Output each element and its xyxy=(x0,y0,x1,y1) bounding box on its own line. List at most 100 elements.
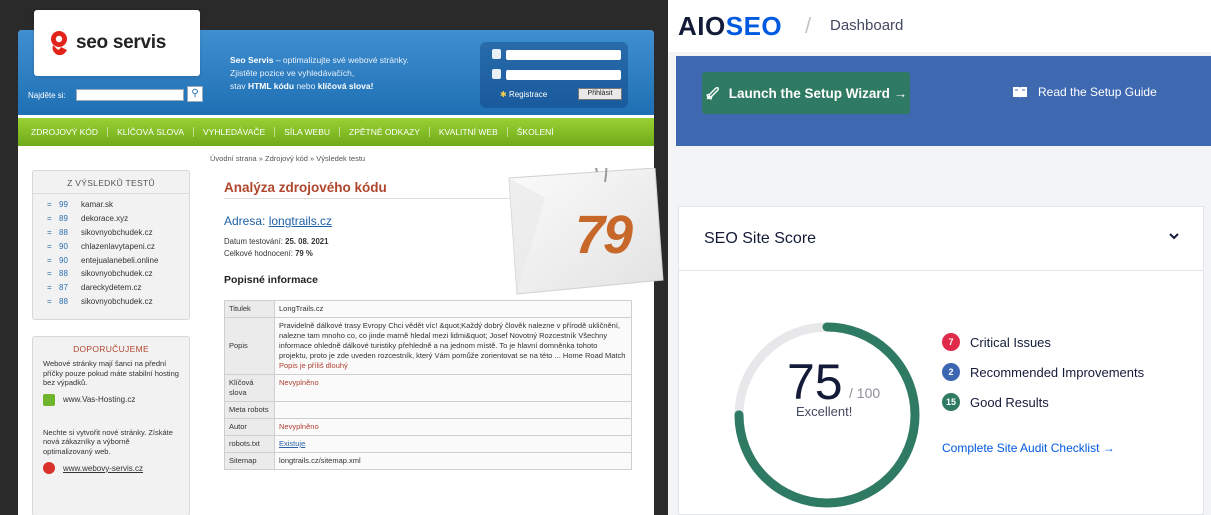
table-row: Popis Pravidelně dálkové trasy Evropy Ch… xyxy=(224,317,632,375)
result-domain: sikovnyobchudek.cz xyxy=(81,296,153,306)
recommended-improvements-item[interactable]: 2 Recommended Improvements xyxy=(942,363,1144,381)
description-warning: Popis je příliš dlouhý xyxy=(279,361,348,370)
robots-txt-link[interactable]: Existuje xyxy=(279,439,305,448)
recommend-box: DOPORUČUJEME Webové stránky mají šanci n… xyxy=(32,336,190,515)
login-box: ✱ Registrace Přihlásit xyxy=(480,42,628,108)
address-label: Adresa: xyxy=(224,214,269,228)
list-item[interactable]: = 88 sikovnyobchudek.cz xyxy=(33,267,189,281)
equals-icon: = xyxy=(47,269,52,279)
row-key-sitemap: Sitemap xyxy=(224,452,275,470)
register-label: Registrace xyxy=(508,90,548,99)
logo-seo: SEO xyxy=(725,11,783,41)
aioseo-logo[interactable]: AIOSEO xyxy=(678,11,782,42)
row-key-keywords: Klíčová slova xyxy=(224,374,275,402)
equals-icon: = xyxy=(47,241,52,251)
nav-item-keywords[interactable]: KLÍČOVÁ SLOVA xyxy=(108,127,194,137)
search-icon: ⚲ xyxy=(191,88,199,99)
tagline-line-1: – optimalizujte své webové stránky. xyxy=(273,55,409,65)
row-value-sitemap: longtrails.cz/sitemap.xml xyxy=(274,452,632,470)
row-value-author: Nevyplněno xyxy=(274,418,632,436)
nav-item-web-strength[interactable]: SÍLA WEBU xyxy=(275,127,341,137)
row-value-robots-txt: Existuje xyxy=(274,435,632,453)
rocket-icon xyxy=(706,87,719,100)
overall-rating: Celkové hodnocení: 79 % xyxy=(224,249,313,258)
nav-item-quality-web[interactable]: KVALITNÍ WEB xyxy=(430,127,508,137)
results-title: Z VÝSLEDKŮ TESTŮ xyxy=(33,171,189,194)
row-key-robots-txt: robots.txt xyxy=(224,435,275,453)
card-header[interactable]: SEO Site Score xyxy=(679,207,1203,271)
table-row: robots.txt Existuje xyxy=(224,435,632,453)
list-item[interactable]: = 90 entejualanebeli.online xyxy=(33,253,189,267)
search-label: Najděte si: xyxy=(28,91,66,100)
read-setup-guide-label: Read the Setup Guide xyxy=(1038,85,1157,99)
recommend-link-2[interactable]: www.webovy-servis.cz xyxy=(33,456,189,474)
tested-address: Adresa: longtrails.cz xyxy=(224,214,332,228)
overall-rating-value: 79 % xyxy=(295,249,313,258)
result-score: 88 xyxy=(59,269,68,279)
nav-item-search-engines[interactable]: VYHLEDÁVAČE xyxy=(194,127,276,137)
page-title: Dashboard xyxy=(830,17,904,34)
aioseo-screenshot: AIOSEO / Dashboard Launch the Setup Wiza… xyxy=(668,0,1211,515)
description-text: Pravidelně dálkové trasy Evropy Chci věd… xyxy=(279,321,626,360)
star-icon: ✱ xyxy=(500,90,507,99)
tagline-line-2: Zjistěte pozice ve vyhledávačích, xyxy=(230,68,355,78)
book-icon xyxy=(1013,86,1027,98)
test-date-value: 25. 08. 2021 xyxy=(285,237,329,246)
list-item[interactable]: = 89 dekorace.xyz xyxy=(33,212,189,226)
result-score: 88 xyxy=(59,296,68,306)
recommended-improvements-label: Recommended Improvements xyxy=(970,364,1145,380)
list-item[interactable]: = 90 chlazenlavytapeni.cz xyxy=(33,239,189,253)
chevron-down-icon[interactable] xyxy=(1167,229,1181,243)
list-item[interactable]: = 88 sikovnyobchudek.cz xyxy=(33,226,189,240)
password-field[interactable] xyxy=(506,70,621,80)
nav-item-backlinks[interactable]: ZPĚTNÉ ODKAZY xyxy=(340,127,430,137)
critical-issues-item[interactable]: 7 Critical Issues xyxy=(942,333,1051,351)
register-link[interactable]: ✱ Registrace xyxy=(500,90,547,99)
section-title: Popisné informace xyxy=(224,274,318,286)
result-domain: entejualanebeli.online xyxy=(81,255,159,265)
breadcrumb: Úvodní strana » Zdrojový kód » Výsledek … xyxy=(210,154,366,163)
list-item[interactable]: = 99 kamar.sk xyxy=(33,198,189,212)
test-date-label: Datum testování: xyxy=(224,237,286,246)
equals-icon: = xyxy=(47,214,52,224)
tagline-line-3b: HTML kódu xyxy=(247,81,295,91)
good-results-item[interactable]: 15 Good Results xyxy=(942,393,1049,411)
username-field[interactable] xyxy=(506,50,621,60)
table-row: Meta robots xyxy=(224,401,632,419)
list-item[interactable]: = 88 sikovnyobchudek.cz xyxy=(33,294,189,308)
row-value-description: Pravidelně dálkové trasy Evropy Chci věd… xyxy=(274,317,632,375)
overall-rating-label: Celkové hodnocení: xyxy=(224,249,296,258)
result-score: 89 xyxy=(59,214,68,224)
address-link[interactable]: longtrails.cz xyxy=(269,214,332,228)
row-key-meta-robots: Meta robots xyxy=(224,401,275,419)
table-row: Klíčová slova Nevyplněno xyxy=(224,374,632,402)
result-domain: sikovnyobchudek.cz xyxy=(81,227,153,237)
recommend-text-2: Nechte si vytvořit nové stránky. Získáte… xyxy=(43,427,173,456)
result-domain: chlazenlavytapeni.cz xyxy=(81,241,155,251)
result-domain: sikovnyobchudek.cz xyxy=(81,269,153,279)
equals-icon: = xyxy=(47,200,52,210)
row-key-author: Autor xyxy=(224,418,275,436)
equals-icon: = xyxy=(47,227,52,237)
search-button[interactable]: ⚲ xyxy=(187,86,203,102)
row-value-title: LongTrails.cz xyxy=(274,300,632,318)
seo-site-score-card: SEO Site Score 75 / 100 Excellent! 7 Cri… xyxy=(678,206,1204,515)
nav-item-source-code[interactable]: ZDROJOVÝ KÓD xyxy=(22,127,109,137)
launch-setup-wizard-button[interactable]: Launch the Setup Wizard → xyxy=(702,72,910,114)
nav-item-training[interactable]: ŠKOLENÍ xyxy=(508,127,563,137)
result-score: 99 xyxy=(59,200,68,210)
table-row: Autor Nevyplněno xyxy=(224,418,632,436)
results-box: Z VÝSLEDKŮ TESTŮ = 99 kamar.sk = 89 dekorace… xyxy=(32,170,190,320)
search-input[interactable] xyxy=(76,89,184,101)
result-domain: kamar.sk xyxy=(81,200,114,210)
site-audit-checklist-link[interactable]: Complete Site Audit Checklist → xyxy=(942,441,1115,455)
table-row: Titulek LongTrails.cz xyxy=(224,300,632,318)
list-item[interactable]: = 87 dareckydetem.cz xyxy=(33,281,189,295)
recommend-link-1[interactable]: www.Vas-Hosting.cz xyxy=(33,388,189,406)
logo-aio: AIO xyxy=(678,11,726,41)
row-value-keywords: Nevyplněno xyxy=(274,374,632,402)
login-button[interactable]: Přihlásit xyxy=(578,88,622,100)
equals-icon: = xyxy=(47,255,52,265)
read-setup-guide-link[interactable]: Read the Setup Guide xyxy=(1012,85,1157,99)
page-title: Analýza zdrojového kódu xyxy=(224,180,387,195)
